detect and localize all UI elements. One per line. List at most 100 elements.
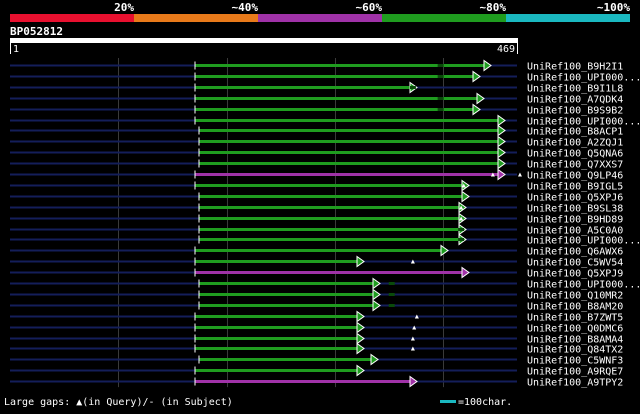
hit-row[interactable]: UniRef100_B7ZWT5	[10, 310, 623, 324]
hit-row[interactable]: UniRef100_A2ZQJ1	[10, 135, 623, 149]
hit-label[interactable]: UniRef100_A7QDK4	[527, 95, 623, 106]
hit-end-arrow	[472, 103, 481, 116]
hit-row[interactable]: UniRef100_UPI000...	[10, 233, 640, 247]
hit-label[interactable]: UniRef100_B7ZWT5	[527, 313, 623, 324]
hit-label[interactable]: UniRef100_UPI000...	[527, 236, 640, 247]
hit-list: UniRef100_B9H2I1UniRef100_UPI000...UniRe…	[10, 59, 640, 389]
hit-row[interactable]: UniRef100_UPI000...	[10, 70, 640, 84]
hit-end-arrow	[372, 299, 381, 312]
hit-end-arrow	[458, 201, 467, 214]
legend-segment-40	[134, 14, 258, 22]
hit-label[interactable]: UniRef100_Q5QNA6	[527, 149, 623, 160]
hit-row[interactable]: UniRef100_B9IGL5	[10, 179, 623, 193]
hit-label[interactable]: UniRef100_Q5XPJ6	[527, 193, 623, 204]
hit-row[interactable]: UniRef100_Q5QNA6	[10, 146, 623, 160]
gaps-legend-text: Large gaps: ▲(in Query)/- (in Subject)	[4, 397, 233, 408]
hit-label[interactable]: UniRef100_Q6AWX6	[527, 247, 623, 258]
hit-row[interactable]: UniRef100_A9RQE7	[10, 364, 623, 378]
hit-label[interactable]: UniRef100_UPI000...	[527, 73, 640, 84]
hit-label[interactable]: UniRef100_C5WNF3	[527, 356, 623, 367]
legend-segment-100	[506, 14, 630, 22]
legend-segment-80	[382, 14, 506, 22]
hit-end-arrow	[461, 266, 470, 279]
scale-label: =100char.	[458, 397, 512, 408]
hit-end-arrow	[356, 255, 365, 268]
query-bar	[10, 38, 518, 43]
hit-label[interactable]: UniRef100_B9HD89	[527, 215, 623, 226]
legend-label-100: ~100%	[597, 1, 630, 14]
query-start-label: 1	[13, 44, 19, 55]
query-end-label: 469	[497, 44, 515, 55]
hit-end-arrow	[356, 364, 365, 377]
hit-row[interactable]: UniRef100_A9TPY2	[10, 375, 623, 389]
hit-label[interactable]: UniRef100_C5WV54	[527, 258, 623, 269]
hit-end-arrow	[461, 190, 470, 203]
hit-label[interactable]: UniRef100_B9H2I1	[527, 62, 623, 73]
hit-label[interactable]: UniRef100_A9TPY2	[527, 378, 623, 389]
legend-label-20: 20%	[114, 1, 134, 14]
hit-end-arrow	[440, 244, 449, 257]
hit-row[interactable]: UniRef100_Q0DMC6	[10, 321, 623, 335]
hit-end-arrow	[356, 310, 365, 323]
hit-label[interactable]: UniRef100_Q5XPJ9	[527, 269, 623, 280]
hit-label[interactable]: UniRef100_Q7XXS7	[527, 160, 623, 171]
hit-row[interactable]: UniRef100_B9S9B2	[10, 103, 623, 117]
hit-label[interactable]: UniRef100_Q0DMC6	[527, 324, 623, 335]
hit-row[interactable]: UniRef100_Q5XPJ9	[10, 266, 623, 280]
alignment-graphic: 20% ~40% ~60% ~80% ~100% BP052812 1 469 …	[4, 1, 640, 408]
hit-row[interactable]: UniRef100_B9SL38	[10, 201, 623, 215]
hit-end-arrow	[356, 342, 365, 355]
query-gap-marker	[517, 172, 522, 177]
alignment-overview: 20% ~40% ~60% ~80% ~100% BP052812 1 469 …	[0, 0, 640, 410]
hit-label[interactable]: UniRef100_B8ACP1	[527, 127, 623, 138]
hit-end-arrow	[458, 212, 467, 225]
hit-row[interactable]: UniRef100_Q5XPJ6	[10, 190, 623, 204]
hit-end-arrow	[372, 288, 381, 301]
hit-end-arrow	[483, 59, 492, 72]
hit-label[interactable]: UniRef100_B9SL38	[527, 204, 623, 215]
hit-row[interactable]: UniRef100_B8ACP1	[10, 124, 623, 138]
hit-label[interactable]: UniRef100_B9IGL5	[527, 182, 623, 193]
query-name: BP052812	[10, 25, 63, 38]
legend-label-60: ~60%	[356, 1, 383, 14]
legend-label-40: ~40%	[232, 1, 259, 14]
hit-end-arrow	[409, 375, 418, 388]
legend-segment-20	[10, 14, 134, 22]
hit-end-arrow	[476, 92, 485, 105]
hit-label[interactable]: UniRef100_B8AM20	[527, 302, 623, 313]
hit-row[interactable]: UniRef100_B9H2I1	[10, 59, 623, 73]
identity-legend: 20% ~40% ~60% ~80% ~100%	[10, 1, 630, 22]
hit-label[interactable]: UniRef100_B9S9B2	[527, 106, 623, 117]
hit-label[interactable]: UniRef100_A9RQE7	[527, 367, 623, 378]
hit-row[interactable]: UniRef100_B8AM20	[10, 299, 623, 313]
hit-row[interactable]: UniRef100_C5WNF3	[10, 353, 623, 367]
hit-row[interactable]: UniRef100_Q84TX2	[10, 342, 623, 356]
hit-end-arrow	[497, 157, 506, 170]
hit-row[interactable]: UniRef100_B9I1L8	[10, 81, 623, 95]
hit-row[interactable]: UniRef100_Q10MR2	[10, 288, 623, 302]
hit-end-arrow	[372, 277, 381, 290]
hit-end-arrow	[497, 168, 506, 181]
hit-end-arrow	[497, 135, 506, 148]
hit-end-arrow	[472, 70, 481, 83]
hit-row[interactable]: UniRef100_Q7XXS7	[10, 157, 623, 171]
hit-row[interactable]: UniRef100_B9HD89	[10, 212, 623, 226]
hit-label[interactable]: UniRef100_A2ZQJ1	[527, 138, 623, 149]
hit-row[interactable]: UniRef100_Q6AWX6	[10, 244, 623, 258]
hit-label[interactable]: UniRef100_Q10MR2	[527, 291, 623, 302]
legend-label-80: ~80%	[480, 1, 507, 14]
hit-end-arrow	[356, 321, 365, 334]
hit-end-arrow	[370, 353, 379, 366]
hit-label[interactable]: UniRef100_Q9LP46	[527, 171, 623, 182]
hit-row[interactable]: UniRef100_C5WV54	[10, 255, 623, 269]
hit-label[interactable]: UniRef100_UPI000...	[527, 280, 640, 291]
hit-end-arrow	[497, 114, 506, 127]
hit-end-arrow	[497, 146, 506, 159]
hit-row[interactable]: UniRef100_Q9LP46	[10, 168, 623, 182]
scale-bar	[440, 400, 456, 403]
hit-row[interactable]: UniRef100_UPI000...	[10, 277, 640, 291]
hit-row[interactable]: UniRef100_A7QDK4	[10, 92, 623, 106]
legend-segment-60	[258, 14, 382, 22]
hit-label[interactable]: UniRef100_Q84TX2	[527, 345, 623, 356]
hit-label[interactable]: UniRef100_B9I1L8	[527, 84, 623, 95]
